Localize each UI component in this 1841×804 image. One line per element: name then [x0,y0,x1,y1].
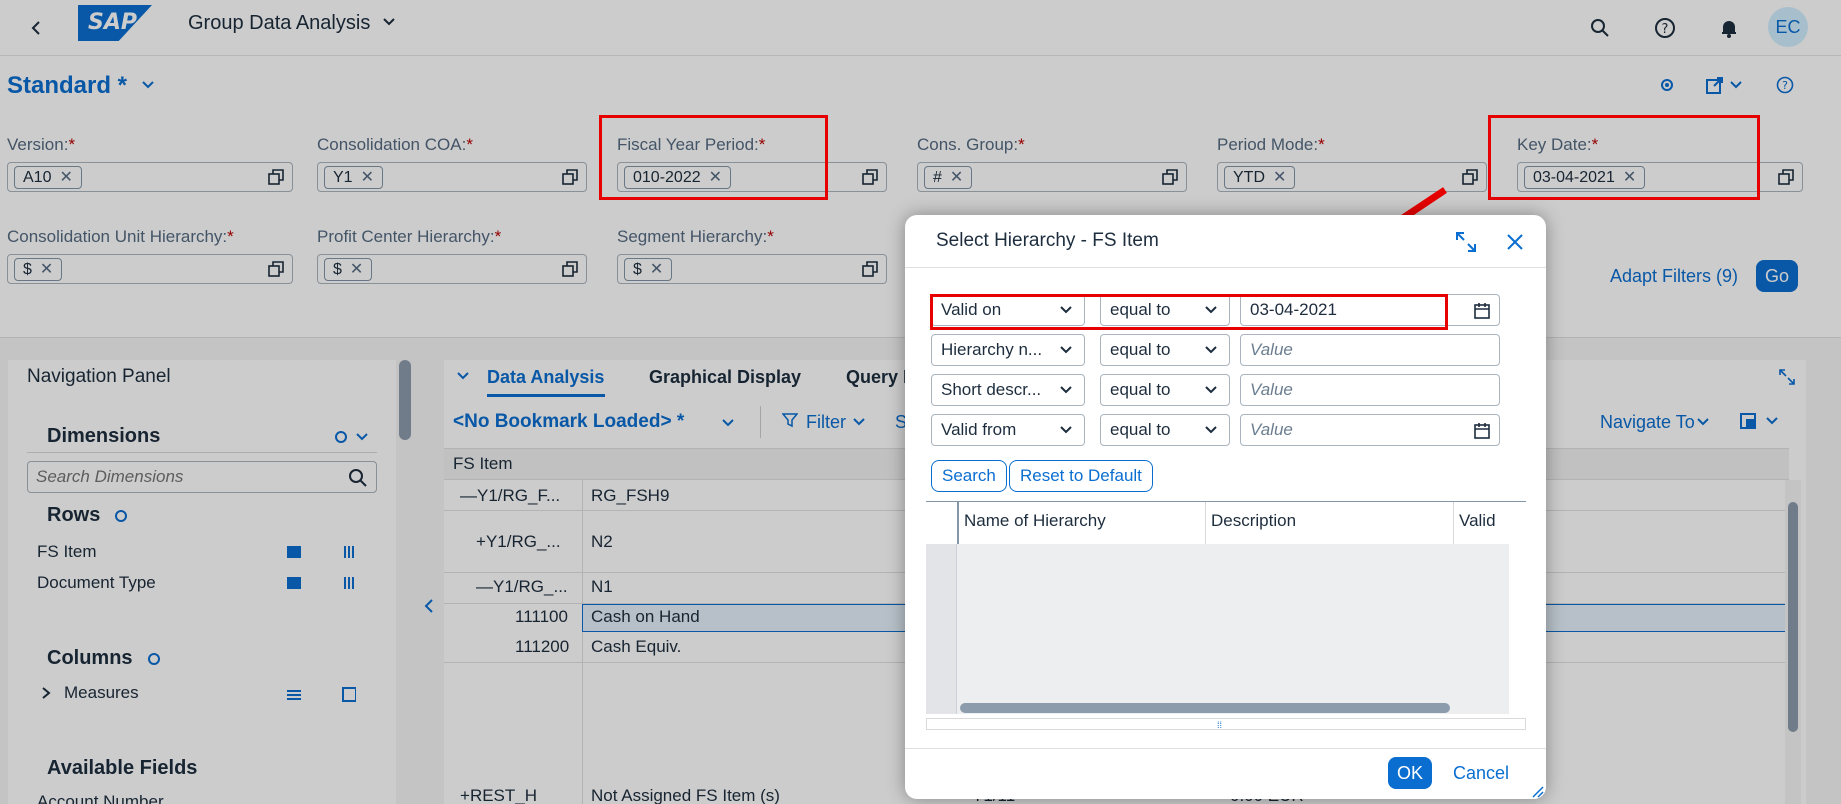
grid-col-divider [1453,502,1454,544]
highlight-box-key-date [1488,115,1760,200]
cancel-button[interactable]: Cancel [1453,763,1509,784]
dialog-divider [905,267,1546,268]
calendar-icon[interactable] [1473,422,1491,440]
reset-to-default-button[interactable]: Reset to Default [1009,460,1153,492]
grid-col-valid[interactable]: Valid [1459,511,1505,531]
condition-field-select[interactable]: Hierarchy n... [931,334,1085,366]
chevron-down-icon [1060,426,1072,434]
calendar-icon[interactable] [1473,302,1491,320]
expand-icon[interactable] [1455,231,1477,258]
grid-col-description[interactable]: Description [1211,511,1296,531]
chevron-down-icon [1060,386,1072,394]
select-hierarchy-dialog: Select Hierarchy - FS Item Valid on equa… [905,215,1546,799]
valid-from-date-input[interactable]: Value [1240,414,1500,446]
grid-col-divider [1205,502,1206,544]
condition-field-select[interactable]: Valid from [931,414,1085,446]
grid-row-selector-column [926,544,957,714]
condition-operator-select[interactable]: equal to [1100,334,1230,366]
condition-operator-select[interactable]: equal to [1100,374,1230,406]
condition-field-select[interactable]: Short descr... [931,374,1085,406]
short-description-input[interactable]: Value [1240,374,1500,406]
grid-horizontal-scrollbar[interactable] [960,703,1450,713]
grid-row-selector-divider [957,502,959,544]
condition-operator-select[interactable]: equal to [1100,414,1230,446]
search-button[interactable]: Search [931,460,1007,492]
grid-body [926,544,1509,714]
hierarchy-name-input[interactable]: Value [1240,334,1500,366]
chevron-down-icon [1060,346,1072,354]
grid-resize-handle[interactable]: ⁞⁞ [926,718,1526,730]
grid-col-name-of-hierarchy[interactable]: Name of Hierarchy [964,511,1106,531]
chevron-down-icon [1205,426,1217,434]
highlight-box-fiscal-year [599,115,828,200]
chevron-down-icon [1205,386,1217,394]
dialog-footer-divider [905,748,1546,749]
resize-corner-icon[interactable] [1532,785,1544,799]
highlight-box-valid-on [930,294,1448,330]
dialog-title: Select Hierarchy - FS Item [936,230,1159,251]
close-icon[interactable] [1505,232,1525,257]
chevron-down-icon [1205,346,1217,354]
ok-button[interactable]: OK [1388,757,1432,789]
